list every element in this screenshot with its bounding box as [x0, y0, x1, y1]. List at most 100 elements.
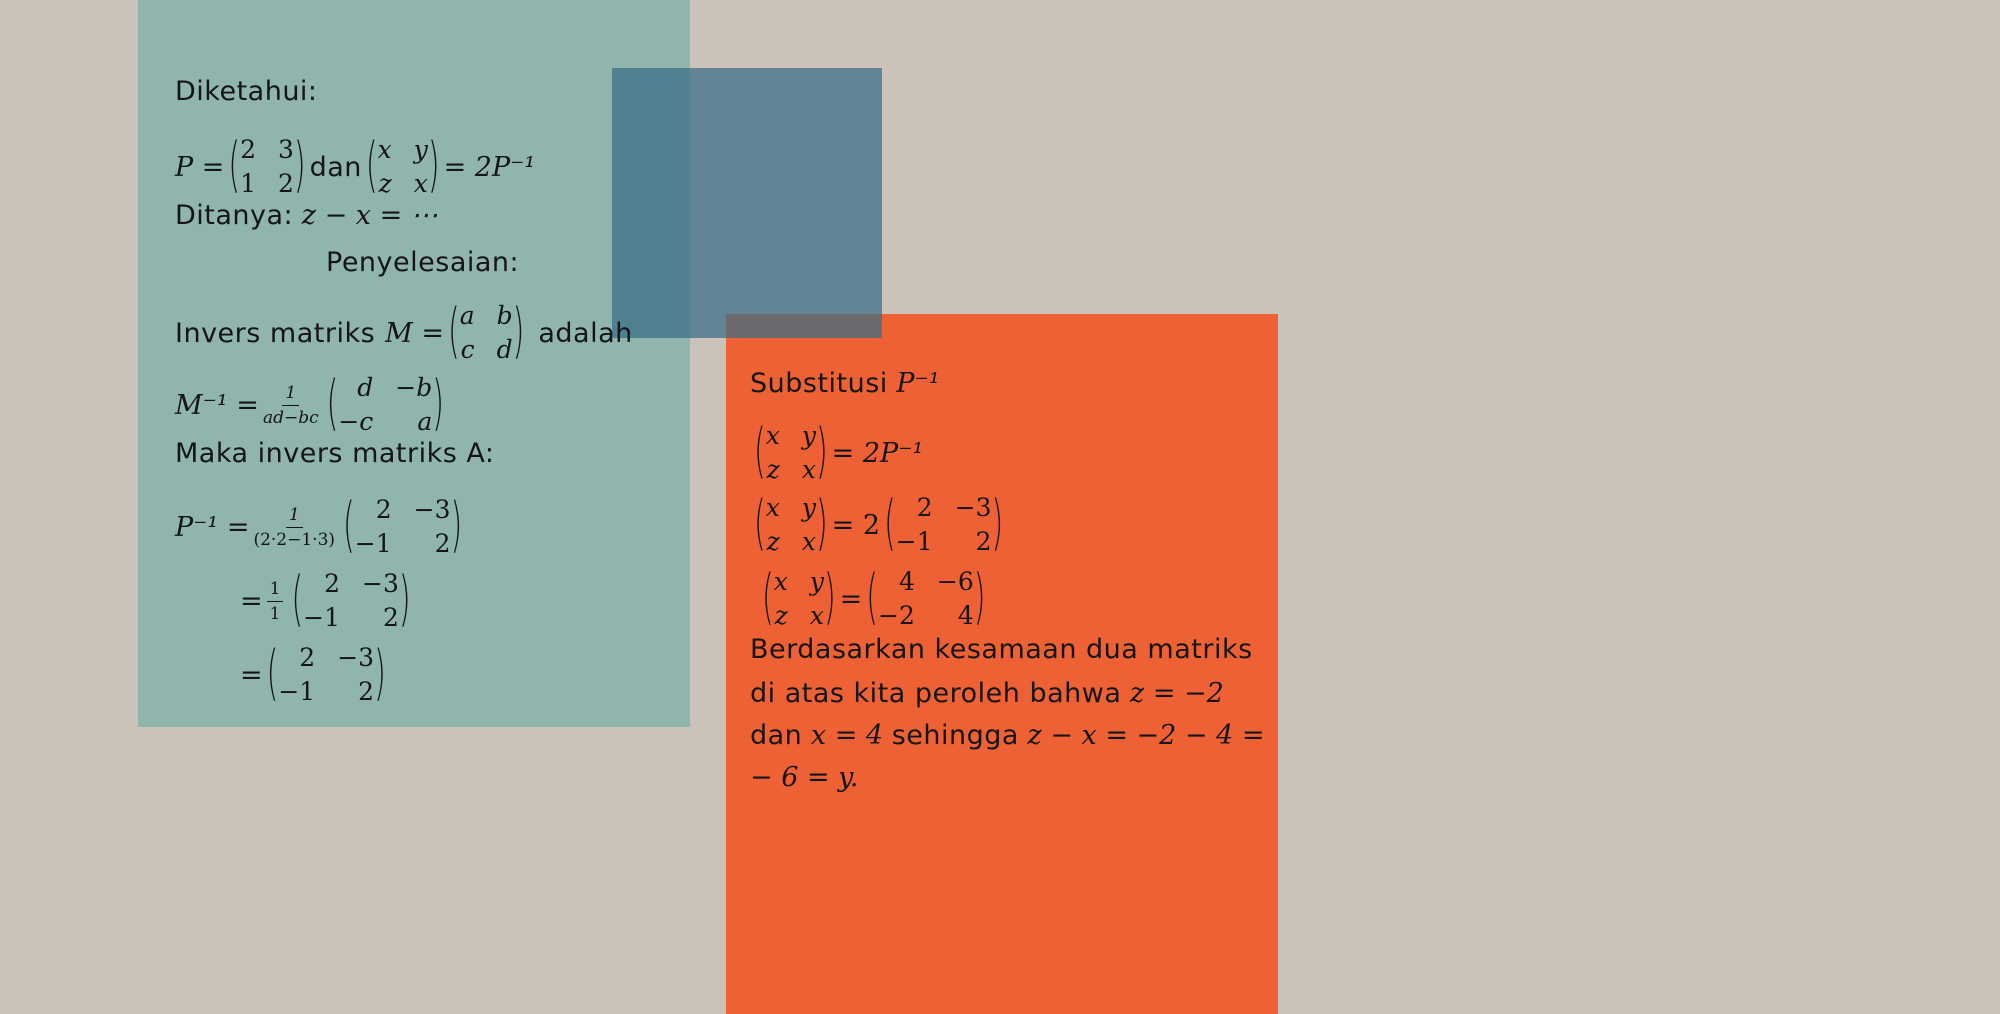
matrix-cell: 4	[898, 567, 915, 596]
matrix-cell: 1	[240, 169, 256, 198]
conclusion-line-2: di atas kita peroleh bahwa z = −2	[750, 678, 1224, 709]
matrix-cell: x	[801, 527, 816, 556]
x-value-expr: x = 4	[810, 720, 884, 751]
r1-rhs: = 2P⁻¹	[831, 437, 924, 469]
matrix-cell: x	[765, 421, 780, 450]
matrix-cell: z	[766, 455, 780, 484]
matrix-cell: z	[774, 601, 788, 630]
step3-matrix: ( 2 −3 −1 2 )	[266, 639, 386, 709]
matrix-cell: 2	[434, 529, 451, 558]
matrix-cell: 2	[299, 643, 316, 672]
diketahui-heading: Diketahui:	[175, 76, 318, 107]
dan-word: dan	[309, 151, 362, 183]
sehingga-word: sehingga	[891, 720, 1019, 751]
matrix-cell: −3	[362, 569, 399, 598]
step2-line: = 1 1 ( 2 −3 −1 2 )	[240, 568, 415, 634]
matrix-cell: a	[417, 407, 433, 436]
pinv-lhs: P⁻¹ =	[175, 511, 250, 543]
matrix-cell: −6	[936, 567, 974, 596]
matrix-cell: x	[809, 601, 824, 630]
pinv-matrix: ( 2 −3 −1 2 )	[343, 491, 463, 561]
step2-fraction: 1 1	[266, 579, 284, 624]
matrix-cell: −3	[413, 495, 451, 524]
matrix-cell: x	[413, 169, 428, 198]
matrix-cell: 2	[916, 493, 933, 522]
minv-formula-line: M⁻¹ = 1 ad−bc ( d −b −c a )	[175, 372, 448, 438]
matrix-cell: x	[773, 567, 788, 596]
step3-line: = ( 2 −3 −1 2 )	[240, 642, 390, 708]
matrix-cell: −2	[878, 601, 915, 630]
r3-line: ( x y z x ) = ( 4 −6 −2 4 )	[758, 566, 989, 632]
matrix-cell: 2	[375, 495, 392, 524]
dan-word: dan	[750, 720, 803, 751]
maka-heading: Maka invers matriks A:	[175, 438, 495, 469]
fraction-denominator: 1	[269, 603, 281, 624]
step2-matrix: ( 2 −3 −1 2 )	[291, 565, 411, 635]
ditanya-line: Ditanya: z − x = ⋯	[175, 200, 438, 231]
r2-rhs-matrix: ( 2 −3 −1 2 )	[884, 489, 1004, 559]
matrix-cell: x	[765, 493, 780, 522]
r1-line: ( x y z x ) = 2P⁻¹	[750, 420, 923, 486]
ditanya-label: Ditanya:	[175, 200, 294, 231]
blue-overlay-square	[612, 68, 882, 338]
pinv-fraction: 1 (2·2−1·3)	[253, 505, 335, 550]
r2-eq: = 2	[831, 509, 881, 541]
xyzx-matrix: ( x y z x )	[365, 131, 440, 201]
penyelesaian-heading: Penyelesaian:	[326, 247, 520, 278]
given-p-line: P = ( 2 3 1 2 ) dan ( x y z x ) = 2P⁻¹	[175, 134, 535, 200]
matrix-cell: −3	[337, 643, 375, 672]
matrix-cell: 2	[240, 135, 256, 164]
r3-matrix: ( x y z x )	[762, 563, 836, 633]
z-value-expr: z = −2	[1130, 678, 1224, 709]
pinv-formula-line: P⁻¹ = 1 (2·2−1·3) ( 2 −3 −1 2 )	[175, 494, 466, 560]
r1-matrix: ( x y z x )	[754, 417, 828, 487]
minv-matrix: ( d −b −c a )	[326, 369, 444, 439]
fraction-denominator: (2·2−1·3)	[253, 529, 336, 550]
matrix-cell: −1	[895, 527, 933, 556]
matrix-cell: y	[413, 135, 428, 164]
matrix-cell: −1	[278, 677, 316, 706]
matrix-cell: y	[801, 493, 816, 522]
matrix-cell: 4	[957, 601, 974, 630]
matrix-cell: x	[377, 135, 392, 164]
eq-2pinv: = 2P⁻¹	[443, 151, 536, 183]
fraction-numerator: 1	[285, 505, 303, 528]
r3-rhs-matrix: ( 4 −6 −2 4 )	[866, 563, 986, 633]
fraction-numerator: 1	[266, 579, 284, 602]
invers-label: Invers matriks	[175, 317, 376, 349]
r2-line: ( x y z x ) = 2 ( 2 −3 −1 2 )	[750, 492, 1007, 558]
conclusion-line-1: Berdasarkan kesamaan dua matriks	[750, 634, 1253, 665]
matrix-cell: 2	[278, 169, 294, 198]
conclusion-text: di atas kita peroleh bahwa	[750, 678, 1122, 709]
matrix-cell: d	[357, 373, 374, 402]
matrix-cell: a	[459, 301, 475, 330]
r3-eq: =	[839, 583, 863, 615]
z-minus-x-expr: z − x = −2 − 4 =	[1027, 720, 1265, 751]
fraction-denominator: ad−bc	[262, 407, 319, 428]
matrix-cell: z	[378, 169, 392, 198]
conclusion-line-4: − 6 = y.	[750, 762, 859, 793]
substitusi-heading: Substitusi P⁻¹	[750, 368, 940, 399]
matrix-cell: 3	[278, 135, 294, 164]
matrix-cell: −c	[338, 407, 374, 436]
m-eq-label: M =	[385, 317, 445, 349]
p-matrix: ( 2 3 1 2 )	[228, 131, 306, 201]
matrix-cell: 2	[358, 677, 375, 706]
matrix-cell: x	[801, 455, 816, 484]
minv-fraction: 1 ad−bc	[263, 383, 319, 428]
matrix-cell: −1	[354, 529, 392, 558]
substitusi-expr: P⁻¹	[896, 368, 940, 399]
minv-lhs: M⁻¹ =	[175, 389, 259, 421]
fraction-numerator: 1	[282, 383, 300, 406]
adalah-word: adalah	[538, 317, 633, 349]
invers-line: Invers matriks M = ( a b c d ) adalah	[175, 300, 633, 366]
matrix-cell: b	[496, 301, 513, 330]
matrix-cell: c	[460, 335, 475, 364]
step2-eq: =	[240, 585, 263, 617]
matrix-cell: d	[496, 335, 513, 364]
m-matrix: ( a b c d )	[448, 297, 525, 367]
matrix-cell: 2	[975, 527, 992, 556]
matrix-cell: −3	[954, 493, 992, 522]
ditanya-expr: z − x = ⋯	[301, 200, 438, 231]
matrix-cell: −b	[395, 373, 433, 402]
